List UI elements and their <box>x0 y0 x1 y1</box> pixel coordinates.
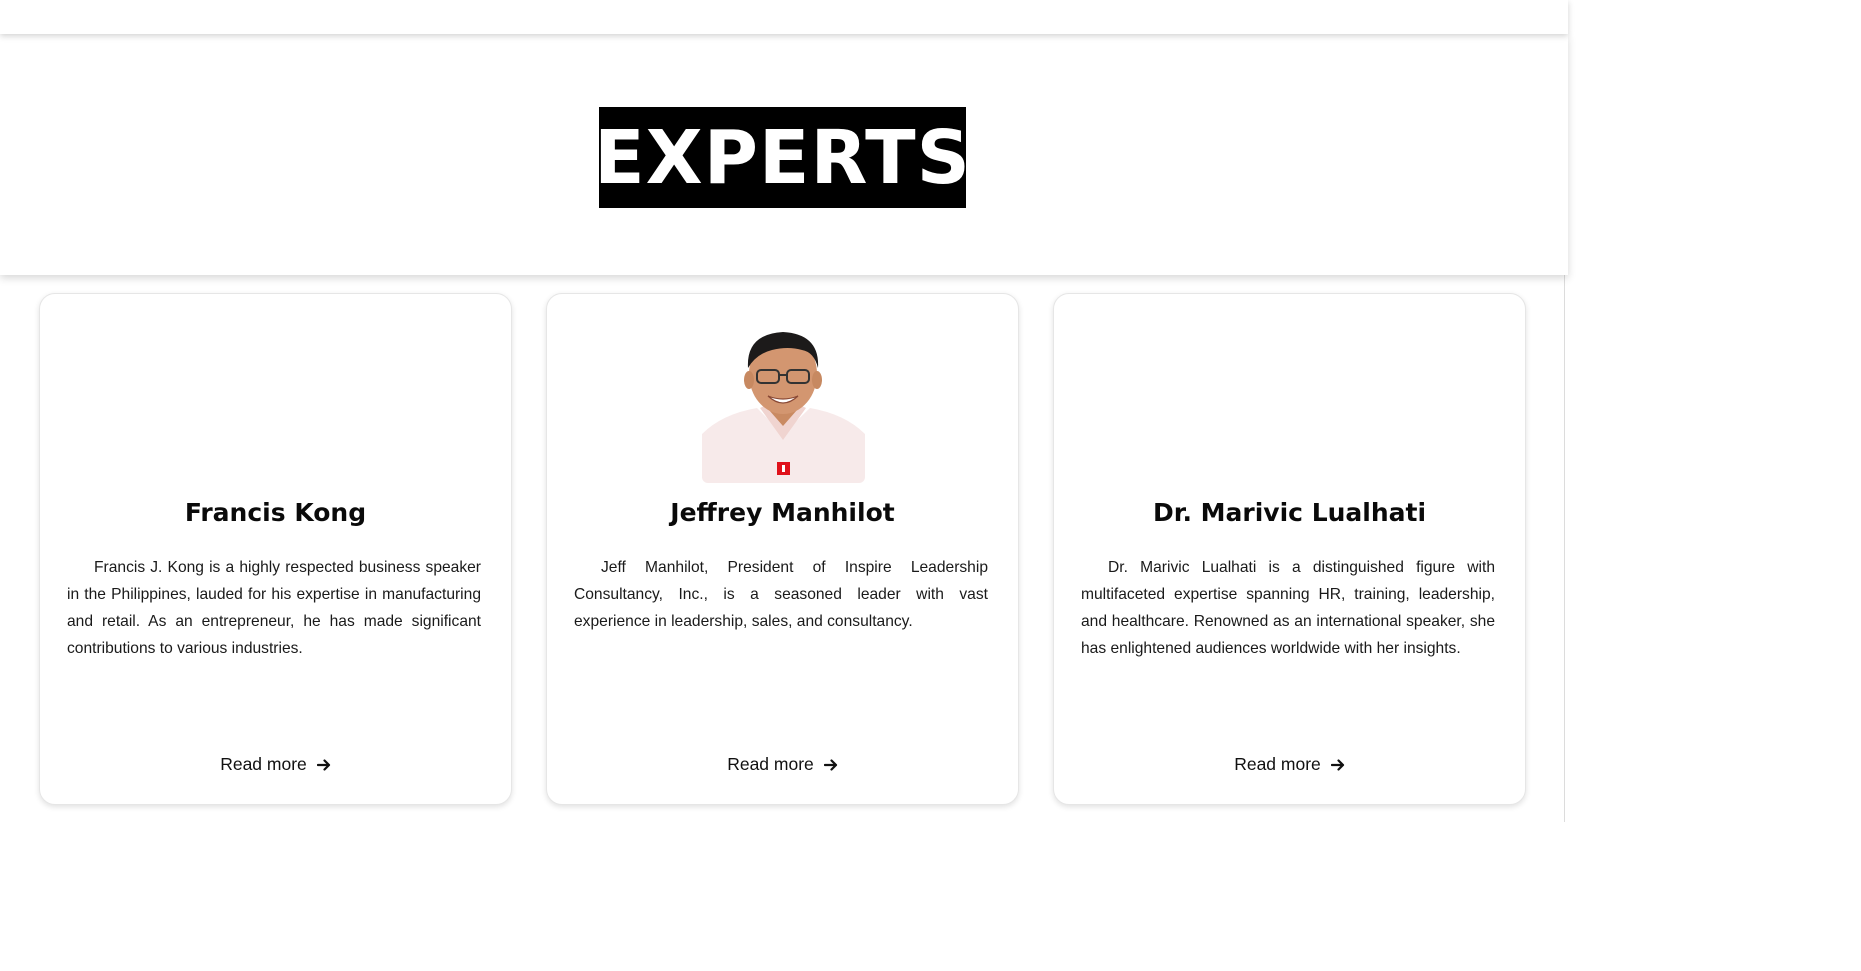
hero-section: EXPERTS <box>0 34 1568 275</box>
read-more-link[interactable]: Read more <box>547 754 1018 775</box>
expert-card-marivic-lualhati: Dr. Marivic Lualhati Dr. Marivic Lualhat… <box>1053 293 1526 805</box>
read-more-link[interactable]: Read more <box>40 754 511 775</box>
expert-name: Francis Kong <box>184 498 367 527</box>
expert-bio: Jeff Manhilot, President of Inspire Lead… <box>574 559 988 630</box>
page-title: EXPERTS <box>594 107 970 208</box>
page-divider <box>1564 275 1565 822</box>
read-more-label: Read more <box>220 754 307 774</box>
expert-card-francis-kong: Francis Kong Francis J. Kong is a highly… <box>39 293 512 805</box>
top-navigation-bar <box>0 0 1568 34</box>
arrow-right-icon <box>316 758 331 772</box>
expert-bio: Dr. Marivic Lualhati is a distinguished … <box>1081 559 1495 657</box>
read-more-label: Read more <box>727 754 814 774</box>
expert-name: Jeffrey Manhilot <box>670 498 895 527</box>
arrow-right-icon <box>1330 758 1345 772</box>
expert-photo <box>702 330 865 483</box>
expert-bio: Francis J. Kong is a highly respected bu… <box>67 559 481 657</box>
expert-card-jeffrey-manhilot: Jeffrey Manhilot Jeff Manhilot, Presiden… <box>546 293 1019 805</box>
expert-name: Dr. Marivic Lualhati <box>1152 498 1427 527</box>
arrow-right-icon <box>823 758 838 772</box>
read-more-link[interactable]: Read more <box>1054 754 1525 775</box>
read-more-label: Read more <box>1234 754 1321 774</box>
